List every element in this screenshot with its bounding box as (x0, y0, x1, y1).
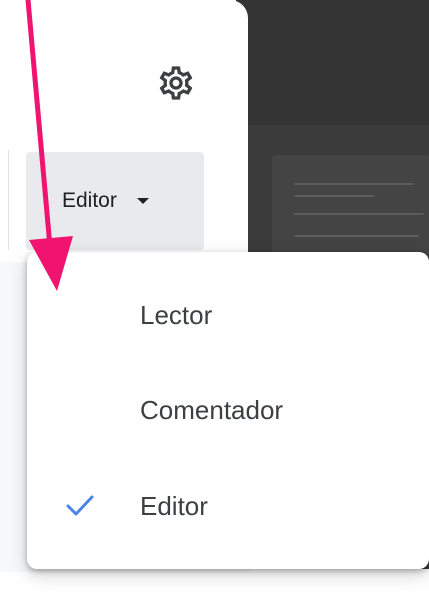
menu-item-label: Editor (140, 490, 208, 521)
role-menu: Lector Comentador Editor (27, 252, 429, 569)
gear-icon[interactable] (156, 63, 196, 103)
menu-item-editor[interactable]: Editor (27, 460, 429, 552)
check-icon (65, 494, 95, 518)
doc-line (294, 213, 424, 215)
menu-item-comentador[interactable]: Comentador (27, 364, 429, 456)
caret-down-icon (136, 198, 149, 204)
menu-item-label: Comentador (140, 394, 284, 425)
backdrop-strip (236, 0, 429, 125)
document-thumbnail (272, 155, 429, 265)
adjacent-field-edge (0, 150, 9, 250)
doc-line (294, 195, 374, 197)
doc-line (294, 183, 414, 185)
role-dropdown-label: Editor (62, 189, 117, 212)
menu-item-lector[interactable]: Lector (27, 269, 429, 361)
doc-line (294, 235, 419, 237)
role-dropdown-button[interactable]: Editor (26, 152, 204, 250)
menu-item-label: Lector (140, 299, 213, 330)
